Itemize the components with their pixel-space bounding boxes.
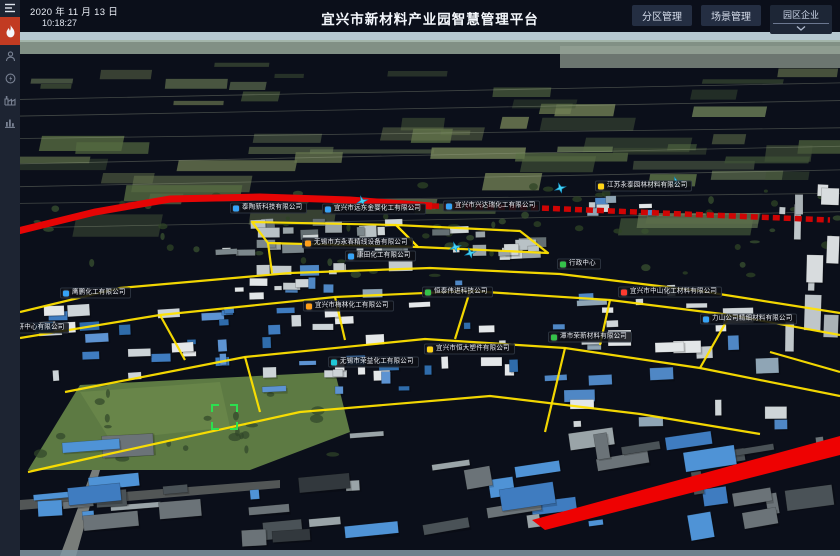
- company-marker-icon: [425, 289, 431, 295]
- company-map-label[interactable]: 江苏永泰园林材料有限公司: [595, 181, 692, 192]
- company-label-text: 泰陶新科技有限公司: [242, 205, 302, 212]
- company-marker-icon: [621, 289, 627, 295]
- company-label-text: 宜兴市恒大塑件有限公司: [436, 346, 510, 353]
- company-label-text: 宜兴市中山化工材料有限公司: [630, 289, 717, 296]
- company-map-label[interactable]: 泰陶新科技有限公司: [230, 203, 307, 214]
- company-map-label[interactable]: 无锡市方永春精线设备有限公司: [302, 238, 413, 249]
- company-label-text: 宜兴市远东金婴化工有限公司: [334, 206, 421, 213]
- park-enterprises-dropdown[interactable]: 园区企业: [770, 5, 832, 34]
- factory-icon: [4, 95, 16, 106]
- sidebar-item-fire[interactable]: [0, 17, 20, 45]
- vehicle-marker-icon[interactable]: [553, 182, 568, 194]
- zone-management-button[interactable]: 分区管理: [632, 5, 692, 26]
- company-label-text: 恒泰伟进科技公司: [434, 289, 488, 296]
- company-marker-icon: [551, 334, 557, 340]
- company-label-text: 宜兴市兴达瑞化工有限公司: [455, 203, 535, 210]
- company-map-label[interactable]: 宜兴市中山化工材料有限公司: [618, 287, 722, 298]
- dropdown-label: 园区企业: [783, 7, 819, 23]
- company-label-text: 宜兴市梅林化工有限公司: [315, 303, 389, 310]
- top-bar: 2020 年 11 月 13 日 10:18:27 宜兴市新材料产业园智慧管理平…: [20, 0, 840, 32]
- flame-icon: [5, 25, 16, 38]
- sidebar-item-statistics[interactable]: [0, 111, 20, 133]
- company-marker-icon: [703, 316, 709, 322]
- company-marker-icon: [305, 240, 311, 246]
- company-marker-icon: [306, 303, 312, 309]
- company-marker-icon: [598, 183, 604, 189]
- company-marker-icon: [560, 261, 566, 267]
- company-label-text: 无锡市方永春精线设备有限公司: [314, 240, 408, 247]
- company-label-text: 康田化工有限公司: [357, 253, 411, 260]
- vehicle-marker-icon[interactable]: [463, 247, 478, 259]
- company-map-label[interactable]: 宜兴市远东金婴化工有限公司: [322, 204, 426, 215]
- vehicle-marker-icon[interactable]: [448, 241, 463, 253]
- company-map-label[interactable]: 力山公司精细材料有限公司: [700, 314, 797, 325]
- company-map-label[interactable]: 鹰鹏化工有限公司: [60, 288, 131, 299]
- company-map-label[interactable]: 康田化工有限公司: [345, 251, 416, 262]
- company-map-label[interactable]: 灵谷化工科研中心有限公司: [20, 323, 69, 334]
- company-marker-icon: [348, 253, 354, 259]
- company-map-label[interactable]: 行政中心: [557, 259, 601, 270]
- company-label-text: 灵谷化工科研中心有限公司: [20, 325, 64, 332]
- company-map-label[interactable]: 宜兴市梅林化工有限公司: [303, 301, 394, 312]
- company-marker-icon: [446, 203, 452, 209]
- sidebar-item-personnel[interactable]: [0, 45, 20, 67]
- left-toolbar: [0, 0, 20, 556]
- company-label-text: 力山公司精细材料有限公司: [712, 316, 792, 323]
- company-marker-icon: [331, 359, 337, 365]
- energy-icon: [5, 73, 16, 84]
- company-map-label[interactable]: 恒泰伟进科技公司: [422, 287, 493, 298]
- bar-chart-icon: [4, 117, 16, 128]
- company-label-text: 鹰鹏化工有限公司: [72, 290, 126, 297]
- menu-icon[interactable]: [0, 0, 20, 15]
- company-marker-icon: [63, 290, 69, 296]
- company-label-text: 行政中心: [569, 261, 596, 268]
- person-icon: [5, 51, 16, 62]
- company-map-label[interactable]: 宜兴市兴达瑞化工有限公司: [443, 201, 540, 212]
- company-map-label[interactable]: 宜兴市恒大塑件有限公司: [424, 344, 515, 355]
- company-marker-icon: [325, 206, 331, 212]
- map-3d-viewport[interactable]: 泰陶新科技有限公司 宜兴市远东金婴化工有限公司 宜兴市兴达瑞化工有限公司无锡市方永春…: [20, 32, 840, 556]
- company-map-label[interactable]: 无锡市荣益化工有限公司: [328, 357, 419, 368]
- company-marker-icon: [427, 346, 433, 352]
- company-map-label[interactable]: 潭市荣新材料有限公司: [548, 332, 632, 343]
- company-label-text: 江苏永泰园林材料有限公司: [607, 183, 687, 190]
- company-marker-icon: [233, 205, 239, 211]
- sidebar-item-factory[interactable]: [0, 89, 20, 111]
- scene-management-button[interactable]: 场景管理: [701, 5, 761, 26]
- app-window: { "header": { "date": "2020 年 11 月 13 日"…: [0, 0, 840, 556]
- chevron-down-icon: [796, 24, 806, 34]
- company-label-text: 无锡市荣益化工有限公司: [340, 359, 414, 366]
- sidebar-item-energy[interactable]: [0, 67, 20, 89]
- company-label-text: 潭市荣新材料有限公司: [560, 334, 627, 341]
